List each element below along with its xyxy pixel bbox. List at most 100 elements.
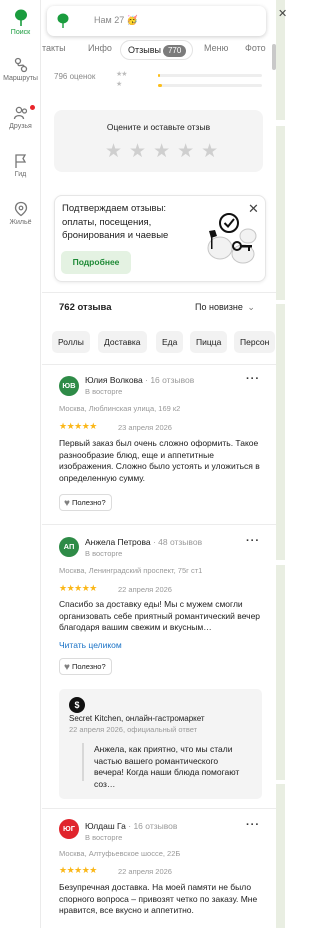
rate-card: Оцените и оставьте отзыв ★★★★★ — [54, 110, 263, 172]
housing-icon — [14, 201, 27, 217]
friends-icon — [13, 106, 27, 120]
review-author[interactable]: Юлдаш Га · 16 отзывов — [85, 821, 177, 831]
avatar[interactable]: ЮГ — [59, 819, 79, 839]
reply-org-name[interactable]: Secret Kitchen, онлайн-гастромаркет — [69, 714, 205, 723]
avatar[interactable]: ЮВ — [59, 376, 79, 396]
sort-label: По новизне — [195, 302, 243, 312]
rate-card-title: Оцените и оставьте отзыв — [106, 122, 211, 132]
divider — [42, 808, 276, 809]
review-author[interactable]: Анжела Петрова · 48 отзывов — [85, 537, 202, 547]
chip-rolls[interactable]: Роллы — [52, 331, 90, 353]
sort-dropdown[interactable]: По новизне ⌄ — [195, 302, 255, 313]
review-text: Первый заказ был очень сложно оформить. … — [59, 438, 260, 483]
scrollbar[interactable] — [272, 44, 276, 70]
author-name: Анжела Петрова — [85, 537, 151, 547]
heart-icon: ♥ — [64, 662, 70, 673]
search-pin-icon — [14, 9, 27, 26]
review-location: Москва, Алтуфьевское шоссе, 22Б — [59, 849, 181, 858]
map-road — [276, 560, 285, 565]
author-review-count: · 16 отзывов — [145, 375, 195, 385]
org-logo-icon: $ — [69, 697, 85, 713]
rating-bar-fill — [158, 74, 161, 77]
search-bar[interactable]: Нам 27 🥳 — [47, 6, 266, 36]
rail-housing-label: Жильё — [9, 219, 32, 226]
promo-more-button[interactable]: Подробнее — [61, 251, 131, 274]
tab-bar: нтакты Инфо Отзывы770 Меню Фото — [42, 40, 276, 62]
map-road — [276, 300, 285, 304]
rating-bar-2 — [158, 74, 262, 77]
helpful-label: Полезно? — [71, 498, 106, 507]
rail-search[interactable]: Поиск — [0, 9, 41, 36]
more-options-icon[interactable]: ··· — [246, 819, 260, 831]
helpful-label: Полезно? — [71, 662, 106, 671]
reply-text: Анжела, как приятно, что мы стали частью… — [94, 744, 240, 789]
review-author[interactable]: Юлия Волкова · 16 отзывов — [85, 375, 194, 385]
helpful-button[interactable]: ♥ Полезно? — [59, 658, 112, 675]
author-name: Юлдаш Га — [85, 821, 126, 831]
reply-quote-bar — [82, 743, 84, 781]
rail-routes-label: Маршруты — [3, 75, 38, 82]
routes-icon — [14, 57, 27, 73]
review-date: 22 апреля 2026 — [118, 867, 172, 876]
rail-guide[interactable]: Гид — [0, 153, 41, 178]
promo-illustration — [207, 213, 257, 264]
tab-reviews-label: Отзывы — [128, 45, 161, 55]
tab-photos[interactable]: Фото — [245, 43, 266, 53]
divider — [42, 364, 276, 365]
search-pin-icon — [57, 13, 69, 28]
notification-dot — [30, 105, 35, 110]
chevron-down-icon: ⌄ — [244, 302, 255, 312]
avatar[interactable]: АП — [59, 537, 79, 557]
left-rail: Поиск Маршруты Друзья Гид Жильё — [0, 0, 41, 928]
heart-icon: ♥ — [64, 498, 70, 509]
rate-stars-input[interactable]: ★★★★★ — [105, 140, 225, 163]
divider — [42, 524, 276, 525]
map-road — [276, 780, 285, 784]
verification-promo: Подтверждаем отзывы: оплаты, посещения, … — [54, 195, 266, 282]
divider — [42, 292, 276, 293]
helpful-button[interactable]: ♥ Полезно? — [59, 494, 112, 511]
author-status: В восторге — [85, 549, 123, 558]
review-stars: ★★★★★ — [59, 583, 97, 593]
chip-food[interactable]: Еда — [156, 331, 184, 353]
guide-flag-icon — [14, 154, 26, 168]
review-location: Москва, Люблинская улица, 169 к2 — [59, 404, 181, 413]
review-text: Безупречная доставка. На моей памяти не … — [59, 882, 258, 915]
chip-person[interactable]: Персон — [234, 331, 276, 353]
review-text: Спасибо за доставку еды! Мы с мужем смог… — [59, 599, 261, 632]
place-panel: Нам 27 🥳 нтакты Инфо Отзывы770 Меню Фото… — [42, 0, 276, 928]
reply-date: 22 апреля 2026, официальный ответ — [69, 725, 198, 734]
rail-routes[interactable]: Маршруты — [0, 57, 41, 82]
owner-reply: $ Secret Kitchen, онлайн-гастромаркет 22… — [59, 689, 262, 799]
rating-bar-1 — [158, 84, 262, 87]
author-review-count: · 48 отзывов — [152, 537, 203, 547]
author-review-count: · 16 отзывов — [128, 821, 178, 831]
tab-reviews[interactable]: Отзывы 770 — [120, 40, 194, 60]
promo-text: Подтверждаем отзывы: оплаты, посещения, … — [62, 203, 169, 241]
review-stars: ★★★★★ — [59, 421, 97, 431]
reviews-count-heading: 762 отзыва — [59, 302, 112, 313]
chip-pizza[interactable]: Пицца — [190, 331, 228, 353]
tab-contacts[interactable]: нтакты — [42, 43, 66, 53]
search-input[interactable]: Нам 27 🥳 — [94, 15, 138, 26]
rating-bar-fill — [158, 84, 163, 87]
reviews-count-badge: 770 — [162, 45, 187, 57]
review-date: 22 апреля 2026 — [118, 585, 172, 594]
one-star-label: ★ — [116, 81, 122, 88]
review-stars: ★★★★★ — [59, 865, 97, 875]
close-icon[interactable]: ✕ — [278, 7, 287, 20]
tab-menu[interactable]: Меню — [204, 43, 228, 53]
rail-friends[interactable]: Друзья — [0, 105, 41, 130]
tab-info[interactable]: Инфо — [88, 43, 112, 53]
more-options-icon[interactable]: ··· — [246, 535, 260, 547]
read-more-link[interactable]: Читать целиком — [59, 640, 122, 650]
rail-search-label: Поиск — [10, 29, 31, 36]
chip-delivery[interactable]: Доставка — [98, 331, 147, 353]
review-location: Москва, Ленинградский проспект, 75г ст1 — [59, 566, 203, 575]
more-options-icon[interactable]: ··· — [246, 373, 260, 385]
ratings-total: 796 оценок — [54, 72, 96, 81]
rail-housing[interactable]: Жильё — [0, 201, 41, 226]
map-area[interactable] — [276, 0, 285, 928]
author-status: В восторге — [85, 833, 123, 842]
two-star-label: ★★ — [116, 71, 128, 78]
